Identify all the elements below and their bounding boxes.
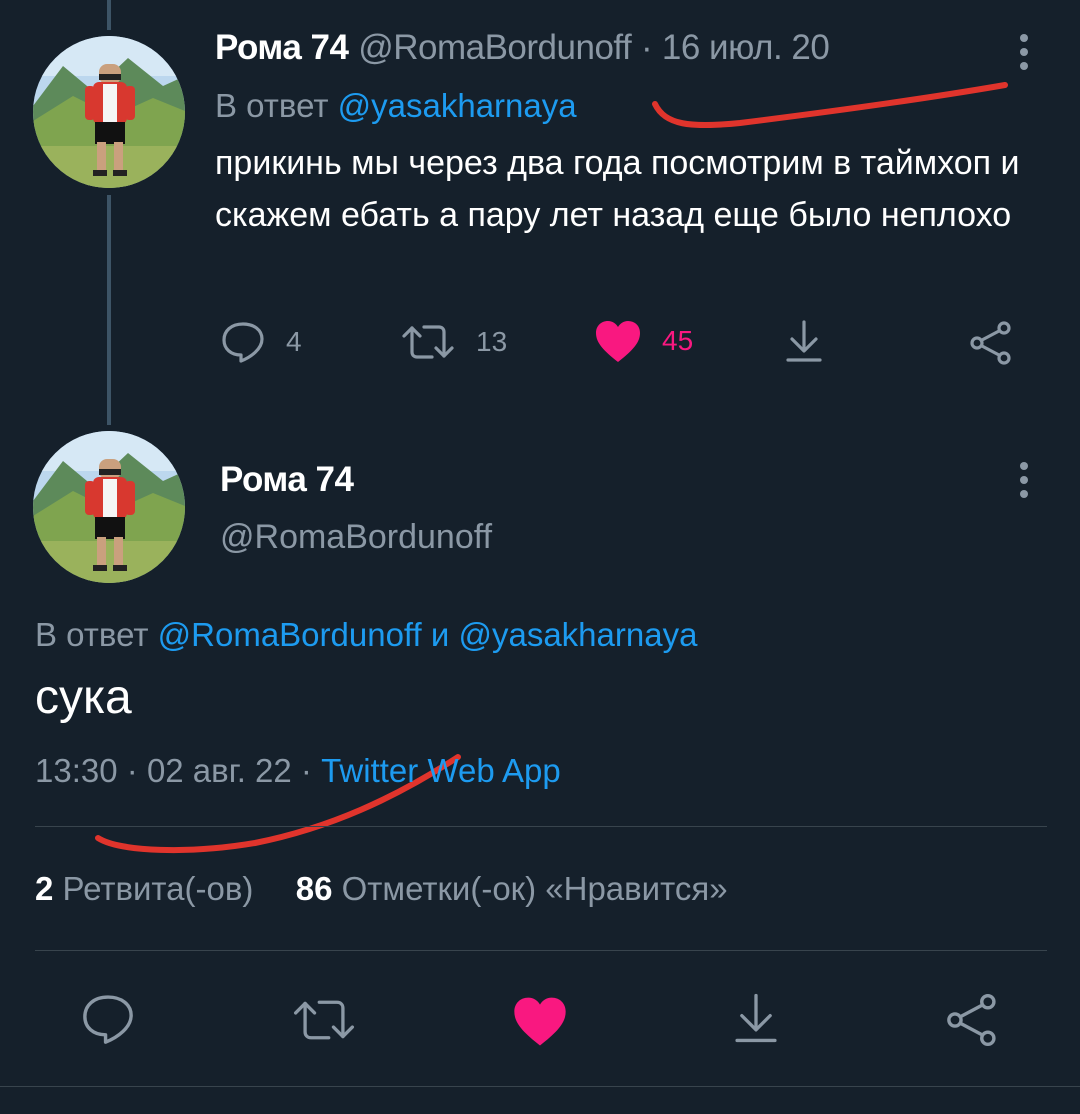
download-button[interactable] (730, 990, 782, 1046)
like-button[interactable] (512, 994, 568, 1048)
reply-button[interactable] (80, 992, 136, 1046)
download-icon (735, 993, 777, 1043)
separator: · (126, 752, 138, 789)
tweet-date[interactable]: 02 авг. 22 (147, 752, 292, 789)
reply-context: В ответ @RomaBordunoff и @yasakharnaya (35, 616, 697, 654)
tweet-time[interactable]: 13:30 (35, 752, 118, 789)
author-handle[interactable]: @RomaBordunoff (220, 518, 492, 557)
tweet-text: сука (35, 671, 132, 724)
separator: · (300, 752, 312, 789)
retweet-button[interactable] (290, 994, 358, 1046)
like-total: 86 (295, 870, 333, 907)
more-icon[interactable] (1019, 462, 1029, 498)
engagement-stats: 2 Ретвита(-ов) 86 Отметки(-ок) «Нравится… (35, 870, 728, 908)
retweets-stat[interactable]: 2 Ретвита(-ов) (35, 870, 263, 907)
divider (35, 826, 1047, 827)
retweet-total: 2 (35, 870, 54, 907)
share-icon (947, 993, 996, 1047)
heart-icon-filled (514, 997, 566, 1046)
reply-prefix: В ответ (35, 616, 149, 653)
avatar[interactable] (33, 431, 185, 583)
reply-icon (83, 995, 133, 1044)
like-label: Отметки(-ок) «Нравится» (341, 870, 728, 907)
reply-mention[interactable]: @RomaBordunoff (158, 616, 422, 653)
retweet-icon (293, 1000, 355, 1040)
divider (0, 1086, 1080, 1087)
tweet-source[interactable]: Twitter Web App (321, 752, 561, 789)
share-button[interactable] (944, 992, 1000, 1048)
likes-stat[interactable]: 86 Отметки(-ок) «Нравится» (296, 870, 728, 907)
tweet-meta: 13:30 · 02 авг. 22 · Twitter Web App (35, 752, 561, 790)
retweet-label: Ретвита(-ов) (62, 870, 254, 907)
reply-conjunction: и (430, 616, 450, 653)
reply-mention[interactable]: @yasakharnaya (458, 616, 697, 653)
divider (35, 950, 1047, 951)
author-name[interactable]: Рома 74 (220, 460, 354, 500)
